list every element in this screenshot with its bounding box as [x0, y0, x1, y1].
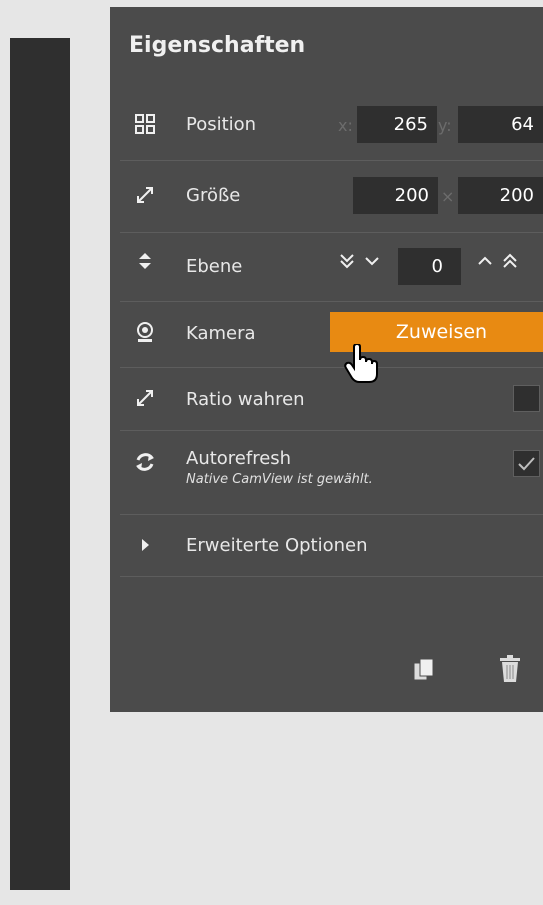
left-dark-panel	[10, 38, 70, 890]
panel-title: Eigenschaften	[129, 33, 306, 58]
autorefresh-note: Native CamView ist gewählt.	[186, 472, 373, 487]
position-x-label: x:	[338, 116, 353, 135]
camera-row: Kamera Zuweisen	[120, 301, 543, 383]
position-y-input[interactable]: 64	[458, 106, 543, 143]
ratio-label: Ratio wahren	[186, 389, 305, 410]
up-down-caret-icon	[134, 250, 156, 272]
position-y-label: y:	[438, 116, 452, 135]
position-row: Position x: 265 y: 64	[120, 91, 543, 161]
trash-icon[interactable]	[499, 655, 521, 683]
camera-label: Kamera	[186, 323, 256, 344]
copy-icon[interactable]	[413, 658, 435, 684]
layer-row: Ebene 0	[120, 232, 543, 302]
layer-label: Ebene	[186, 256, 243, 277]
layer-input[interactable]: 0	[398, 248, 461, 285]
layer-down-button[interactable]	[363, 252, 381, 275]
layer-up-button[interactable]	[476, 252, 494, 275]
size-label: Größe	[186, 185, 241, 206]
properties-panel: Eigenschaften Position x: 265 y: 64 Größ…	[110, 7, 543, 712]
expand-diagonal-icon	[134, 387, 156, 409]
autorefresh-label: Autorefresh	[186, 448, 292, 469]
autorefresh-checkbox[interactable]	[513, 450, 540, 477]
caret-right-icon	[134, 534, 156, 556]
expand-diagonal-icon	[134, 184, 156, 206]
size-height-input[interactable]: 200	[458, 177, 543, 214]
position-x-input[interactable]: 265	[357, 106, 437, 143]
size-row: Größe 200 × 200	[120, 160, 543, 233]
ratio-row: Ratio wahren	[120, 367, 543, 431]
size-times-label: ×	[441, 187, 455, 206]
refresh-icon	[134, 451, 156, 473]
layer-top-button[interactable]	[501, 252, 519, 275]
advanced-options-label: Erweiterte Optionen	[186, 535, 368, 556]
position-label: Position	[186, 114, 257, 135]
checkmark-icon	[518, 457, 535, 471]
layer-bottom-button[interactable]	[338, 252, 356, 275]
ratio-checkbox[interactable]	[513, 385, 540, 412]
size-width-input[interactable]: 200	[353, 177, 438, 214]
move-arrows-icon	[134, 113, 156, 135]
autorefresh-row: Autorefresh Native CamView ist gewählt.	[120, 430, 543, 515]
advanced-options-row[interactable]: Erweiterte Optionen	[120, 514, 543, 577]
webcam-icon	[134, 321, 156, 343]
